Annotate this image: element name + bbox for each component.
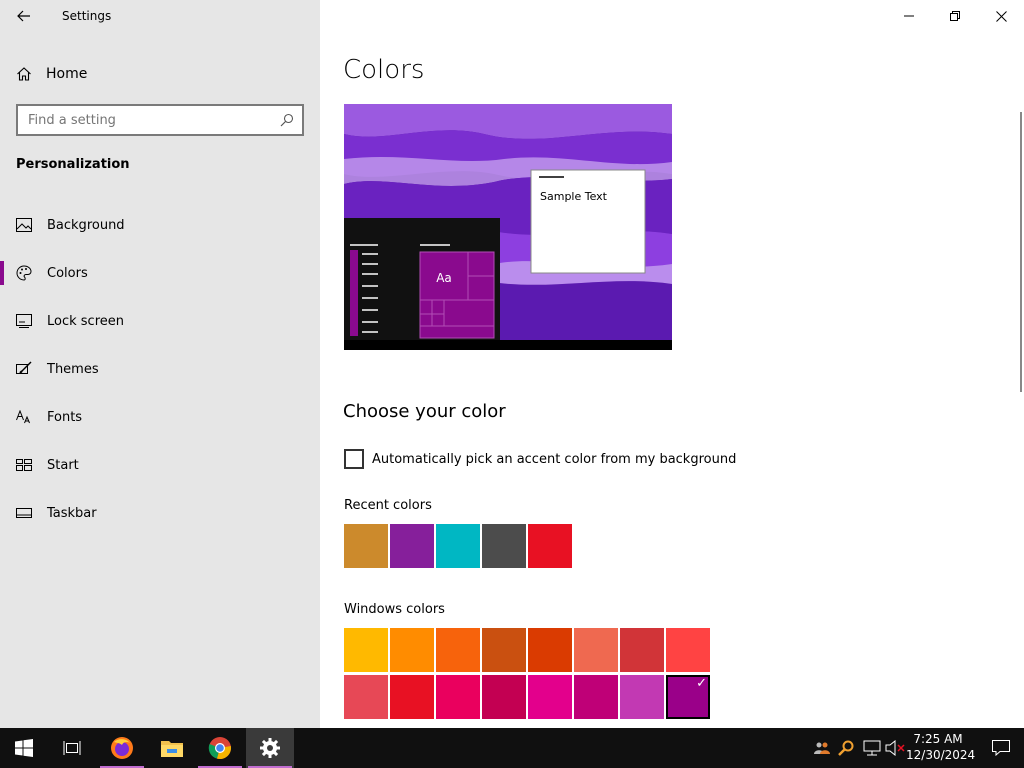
color-swatch[interactable] <box>344 524 388 568</box>
palette-icon <box>16 265 32 281</box>
close-icon <box>995 10 1007 22</box>
color-swatch[interactable] <box>666 628 710 672</box>
sidebar-item-colors[interactable]: Colors <box>0 253 320 293</box>
minimize-button[interactable] <box>886 0 932 32</box>
firefox-taskbar-button[interactable] <box>98 728 146 768</box>
windows-colors-row <box>344 628 712 672</box>
color-swatch[interactable] <box>436 628 480 672</box>
auto-pick-option[interactable]: Automatically pick an accent color from … <box>344 449 736 469</box>
recent-colors-row <box>344 524 574 568</box>
sidebar-item-start[interactable]: Start <box>0 445 320 485</box>
settings-taskbar-button[interactable] <box>246 728 294 768</box>
volume-muted-icon[interactable] <box>885 740 905 756</box>
sidebar-item-label: Fonts <box>47 409 83 425</box>
sidebar-item-taskbar[interactable]: Taskbar <box>0 493 320 533</box>
color-swatch[interactable] <box>436 675 480 719</box>
sidebar-item-background[interactable]: Background <box>0 205 320 245</box>
sidebar-item-label: Start <box>47 457 79 473</box>
color-swatch[interactable] <box>344 675 388 719</box>
home-label: Home <box>46 66 88 82</box>
preview-wallpaper: Aa Sample Text <box>344 104 672 350</box>
taskbar: 7:25 AM 12/30/2024 <box>0 728 1024 768</box>
home-nav-item[interactable]: Home <box>16 62 87 86</box>
main-content: Colors Aa Sample Text Choose your color … <box>320 0 1024 728</box>
brush-icon <box>16 361 32 377</box>
file-explorer-icon <box>161 741 183 757</box>
notification-icon <box>992 740 1010 756</box>
page-title: Colors <box>343 55 425 85</box>
start-button[interactable] <box>0 728 48 768</box>
sidebar-item-label: Taskbar <box>47 505 97 521</box>
scrollbar[interactable] <box>1020 112 1022 392</box>
firefox-icon <box>111 737 133 759</box>
color-swatch-selected[interactable] <box>666 675 710 719</box>
section-title: Personalization <box>16 157 130 172</box>
back-button[interactable] <box>8 4 40 28</box>
auto-pick-checkbox[interactable] <box>344 449 364 469</box>
close-button[interactable] <box>978 0 1024 32</box>
color-swatch[interactable] <box>620 675 664 719</box>
action-center-button[interactable] <box>978 728 1024 768</box>
font-icon <box>16 409 32 425</box>
color-swatch[interactable] <box>390 524 434 568</box>
color-swatch[interactable] <box>574 675 618 719</box>
windows-start-icon <box>15 739 33 757</box>
sidebar-item-label: Themes <box>47 361 99 377</box>
image-icon <box>16 217 32 233</box>
search-tray-icon[interactable] <box>838 740 854 756</box>
restore-icon <box>950 11 960 21</box>
search-box[interactable] <box>16 104 304 136</box>
preview-tile-label: Aa <box>436 271 452 285</box>
color-preview: Aa Sample Text <box>344 104 672 350</box>
color-swatch[interactable] <box>528 524 572 568</box>
window-title: Settings <box>62 9 112 23</box>
taskbar-icon <box>16 505 32 521</box>
sidebar-item-label: Background <box>47 217 125 233</box>
sidebar-item-label: Lock screen <box>47 313 124 329</box>
search-icon <box>280 113 294 127</box>
chrome-taskbar-button[interactable] <box>196 728 244 768</box>
system-clock[interactable]: 7:25 AM 12/30/2024 <box>906 731 976 763</box>
sidebar-item-fonts[interactable]: Fonts <box>0 397 320 437</box>
file-explorer-taskbar-button[interactable] <box>148 728 196 768</box>
clock-time: 7:25 AM <box>913 732 963 746</box>
network-icon[interactable] <box>863 740 881 756</box>
chrome-icon <box>208 737 231 760</box>
windows-colors-row <box>344 675 712 719</box>
minimize-icon <box>904 15 914 17</box>
color-swatch[interactable] <box>436 524 480 568</box>
sidebar-item-lock-screen[interactable]: Lock screen <box>0 301 320 341</box>
clock-date: 12/30/2024 <box>906 748 976 762</box>
back-arrow-icon <box>17 10 30 22</box>
search-input[interactable] <box>28 112 268 128</box>
choose-color-heading: Choose your color <box>343 401 506 422</box>
sidebar-item-label: Colors <box>47 265 88 281</box>
sidebar-item-themes[interactable]: Themes <box>0 349 320 389</box>
title-bar: Settings <box>0 0 320 32</box>
color-swatch[interactable] <box>344 628 388 672</box>
restore-button[interactable] <box>932 0 978 32</box>
color-swatch[interactable] <box>390 628 434 672</box>
color-swatch[interactable] <box>528 628 572 672</box>
color-swatch[interactable] <box>482 628 526 672</box>
task-view-button[interactable] <box>48 728 96 768</box>
color-swatch[interactable] <box>528 675 572 719</box>
color-swatch[interactable] <box>390 675 434 719</box>
color-swatch[interactable] <box>482 675 526 719</box>
color-swatch[interactable] <box>620 628 664 672</box>
people-icon[interactable] <box>814 740 830 756</box>
start-icon <box>16 457 32 473</box>
settings-icon <box>260 738 280 758</box>
home-icon <box>16 66 32 82</box>
color-swatch[interactable] <box>574 628 618 672</box>
task-view-icon <box>63 741 81 755</box>
recent-colors-label: Recent colors <box>344 498 432 513</box>
preview-sample-text: Sample Text <box>540 190 608 203</box>
auto-pick-label: Automatically pick an accent color from … <box>372 451 737 467</box>
windows-colors-label: Windows colors <box>344 602 445 617</box>
settings-sidebar: Settings Home Personalization Background… <box>0 0 320 728</box>
lock-screen-icon <box>16 313 32 329</box>
color-swatch[interactable] <box>482 524 526 568</box>
